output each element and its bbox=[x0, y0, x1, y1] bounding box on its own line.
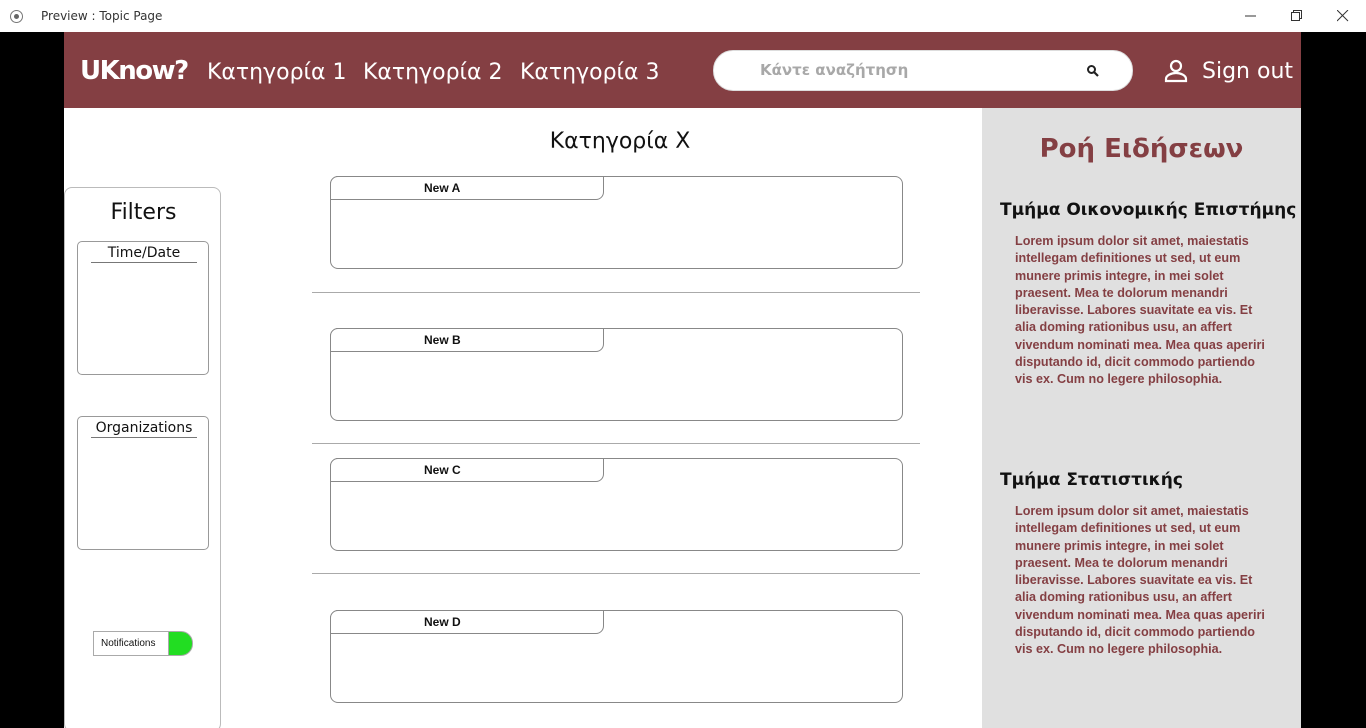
logo[interactable]: UKnow? bbox=[80, 56, 189, 86]
nav-link-category-1[interactable]: Κατηγορία 1 bbox=[207, 60, 347, 85]
page-viewport: UKnow? Κατηγορία 1 Κατηγορία 2 Κατηγορία… bbox=[64, 32, 1301, 728]
search-icon[interactable] bbox=[1086, 64, 1100, 78]
app-icon bbox=[10, 10, 23, 23]
user-icon[interactable] bbox=[1163, 58, 1189, 84]
filters-title: Filters bbox=[110, 200, 177, 225]
search-input[interactable] bbox=[760, 61, 1060, 79]
top-navbar: UKnow? Κατηγορία 1 Κατηγορία 2 Κατηγορία… bbox=[64, 32, 1301, 108]
minimize-icon bbox=[1245, 15, 1256, 17]
news-section-text: Lorem ipsum dolor sit amet, maiestatis i… bbox=[1015, 504, 1265, 657]
search-bar[interactable] bbox=[713, 50, 1133, 91]
nav-link-category-2[interactable]: Κατηγορία 2 bbox=[363, 60, 503, 85]
notifications-label: Notifications bbox=[93, 631, 169, 656]
divider bbox=[312, 443, 920, 444]
divider bbox=[312, 292, 920, 293]
close-icon bbox=[1337, 10, 1349, 22]
news-feed-sidebar: Ροή Ειδήσεων Τμήμα Οικονομικής Επιστήμης… bbox=[982, 108, 1301, 728]
news-card-tab: New D bbox=[330, 610, 604, 634]
news-card-tab: New C bbox=[330, 458, 604, 482]
news-card-title: New C bbox=[424, 463, 461, 477]
filter-time-date-label: Time/Date bbox=[91, 245, 197, 263]
filters-panel: Filters Time/Date Organizations Notifica… bbox=[64, 187, 221, 728]
news-card-title: New A bbox=[424, 181, 461, 195]
news-card-tab: New A bbox=[330, 176, 604, 200]
news-card-title: New B bbox=[424, 333, 461, 347]
news-card[interactable]: New B bbox=[330, 328, 903, 421]
window-title: Preview : Topic Page bbox=[41, 9, 163, 23]
page-title: Κατηγορία Χ bbox=[549, 129, 691, 154]
news-card-title: New D bbox=[424, 615, 461, 629]
restore-icon bbox=[1291, 10, 1302, 21]
news-card[interactable]: New A bbox=[330, 176, 903, 269]
notifications-switch[interactable] bbox=[168, 631, 193, 656]
divider bbox=[312, 573, 920, 574]
filter-organizations[interactable]: Organizations bbox=[77, 416, 209, 550]
news-section-title[interactable]: Τμήμα Οικονομικής Επιστήμης bbox=[1000, 200, 1296, 220]
news-card[interactable]: New C bbox=[330, 458, 903, 551]
filter-organizations-label: Organizations bbox=[91, 420, 197, 438]
news-card[interactable]: New D bbox=[330, 610, 903, 703]
nav-link-category-3[interactable]: Κατηγορία 3 bbox=[520, 60, 660, 85]
window-titlebar: Preview : Topic Page bbox=[0, 0, 1366, 32]
restore-button[interactable] bbox=[1274, 0, 1320, 32]
news-section-title[interactable]: Τμήμα Στατιστικής bbox=[1000, 470, 1183, 490]
close-button[interactable] bbox=[1320, 0, 1366, 32]
notifications-toggle[interactable]: Notifications bbox=[93, 631, 193, 656]
news-card-tab: New B bbox=[330, 328, 604, 352]
minimize-button[interactable] bbox=[1228, 0, 1274, 32]
news-section-text: Lorem ipsum dolor sit amet, maiestatis i… bbox=[1015, 234, 1265, 387]
news-feed-title: Ροή Ειδήσεων bbox=[1039, 134, 1244, 164]
sign-out-link[interactable]: Sign out bbox=[1202, 59, 1293, 84]
filter-time-date[interactable]: Time/Date bbox=[77, 241, 209, 375]
